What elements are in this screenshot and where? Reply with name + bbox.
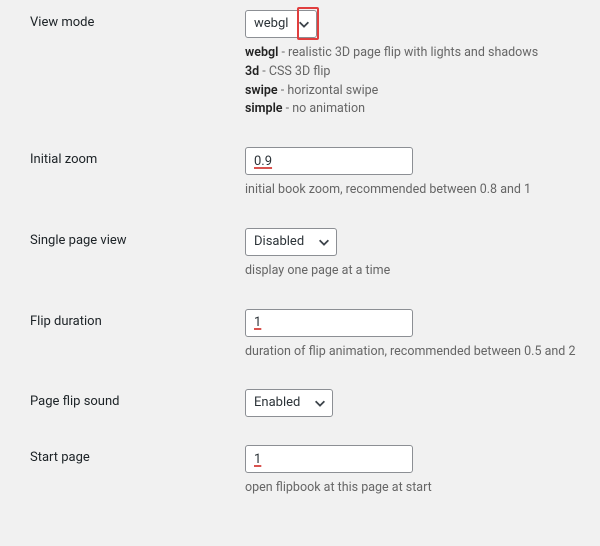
row-page-flip-sound: Page flip sound Enabled (30, 389, 580, 417)
flip-duration-input[interactable] (245, 309, 413, 337)
start-page-input[interactable] (245, 445, 413, 473)
start-page-description: open flipbook at this page at start (245, 479, 580, 498)
control-page-flip-sound: Enabled (245, 389, 580, 417)
desc-text: - realistic 3D page flip with lights and… (278, 45, 538, 60)
desc-bold: webgl (245, 45, 278, 60)
label-page-flip-sound: Page flip sound (30, 389, 245, 409)
view-mode-description: webgl - realistic 3D page flip with ligh… (245, 44, 580, 119)
label-single-page-view: Single page view (30, 228, 245, 248)
page-flip-sound-select[interactable]: Enabled (245, 389, 333, 417)
row-view-mode: View mode webgl webgl - realistic 3D pag… (30, 10, 580, 119)
initial-zoom-input[interactable] (245, 147, 413, 175)
single-page-select[interactable]: Disabled (245, 228, 337, 256)
flip-duration-description: duration of flip animation, recommended … (245, 343, 580, 362)
initial-zoom-description: initial book zoom, recommended between 0… (245, 181, 580, 200)
control-single-page-view: Disabled display one page at a time (245, 228, 580, 281)
label-start-page: Start page (30, 445, 245, 465)
row-initial-zoom: Initial zoom initial book zoom, recommen… (30, 147, 580, 200)
control-flip-duration: duration of flip animation, recommended … (245, 309, 580, 362)
desc-bold: 3d (245, 64, 259, 79)
row-single-page-view: Single page view Disabled display one pa… (30, 228, 580, 281)
single-page-select-wrap: Disabled (245, 228, 337, 256)
desc-bold: swipe (245, 83, 278, 98)
label-flip-duration: Flip duration (30, 309, 245, 329)
single-page-description: display one page at a time (245, 262, 580, 281)
row-flip-duration: Flip duration duration of flip animation… (30, 309, 580, 362)
page-flip-sound-select-wrap: Enabled (245, 389, 333, 417)
label-view-mode: View mode (30, 10, 245, 30)
desc-text: - CSS 3D flip (259, 64, 330, 79)
view-mode-select[interactable]: webgl (245, 10, 317, 38)
row-start-page: Start page open flipbook at this page at… (30, 445, 580, 498)
control-view-mode: webgl webgl - realistic 3D page flip wit… (245, 10, 580, 119)
control-initial-zoom: initial book zoom, recommended between 0… (245, 147, 580, 200)
desc-text: - horizontal swipe (278, 83, 379, 98)
label-initial-zoom: Initial zoom (30, 147, 245, 167)
desc-text: - no animation (283, 101, 365, 116)
desc-bold: simple (245, 101, 283, 116)
view-mode-select-wrap: webgl (245, 10, 317, 38)
control-start-page: open flipbook at this page at start (245, 445, 580, 498)
